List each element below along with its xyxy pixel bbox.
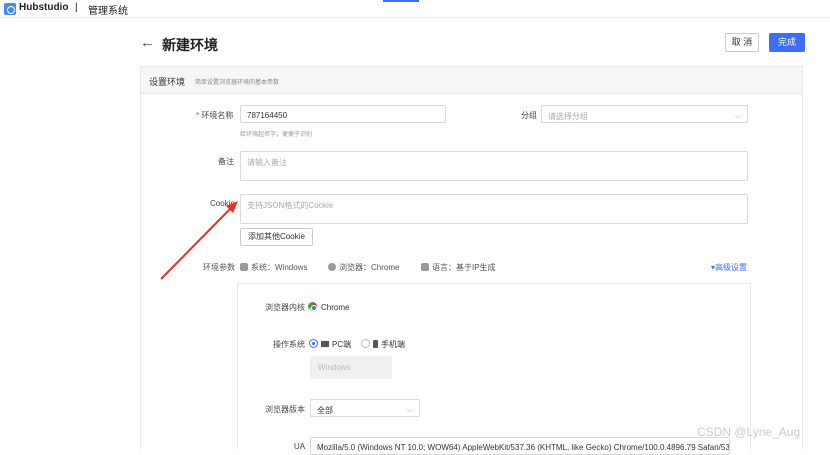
annotation-arrow	[160, 201, 238, 280]
watermark: CSDN @Lyne_Aug	[697, 425, 801, 439]
annotation-arrow-line	[160, 206, 233, 280]
